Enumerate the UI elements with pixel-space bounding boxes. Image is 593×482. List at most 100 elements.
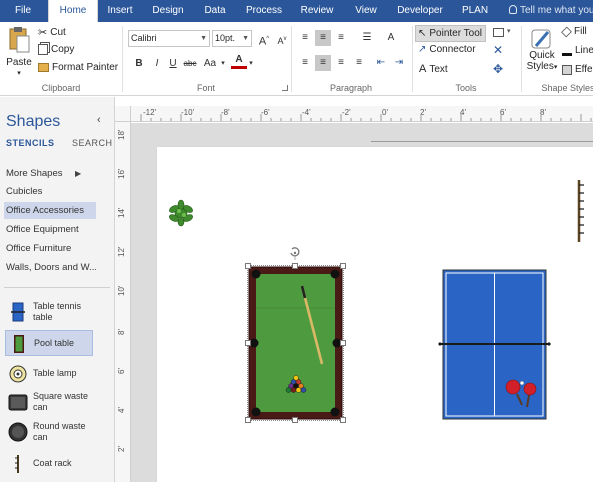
- connector-button[interactable]: ↗ Connector: [418, 44, 476, 55]
- resize-handle[interactable]: [292, 417, 298, 423]
- stencil-cubicles[interactable]: Cubicles: [4, 183, 96, 200]
- font-color-button[interactable]: A: [231, 54, 247, 69]
- pointer-icon: ↖: [418, 28, 427, 39]
- resize-handle[interactable]: [245, 417, 251, 423]
- quick-styles-label-2-row: Styles▾: [526, 61, 558, 72]
- shrink-font-button[interactable]: Av: [274, 31, 290, 47]
- pointer-tool-button[interactable]: ↖ Pointer Tool: [415, 25, 487, 42]
- tab-process[interactable]: Process: [240, 0, 288, 22]
- format-painter-button[interactable]: Format Painter: [38, 62, 118, 73]
- stencil-label: Cubicles: [6, 186, 43, 197]
- tab-plan[interactable]: PLAN: [454, 0, 496, 22]
- ruler-label: 8': [117, 329, 126, 335]
- table-tennis-table-icon: [11, 302, 25, 322]
- ruler-label: 16': [117, 168, 126, 179]
- tab-developer[interactable]: Developer: [392, 0, 448, 22]
- justify-icon[interactable]: ≡: [351, 55, 367, 71]
- master-square-waste-can[interactable]: Square waste can: [5, 389, 93, 415]
- shapes-pane: Shapes ‹ STENCILS SEARCH More Shapes ▶ C…: [0, 97, 115, 482]
- master-round-waste-can[interactable]: Round waste can: [5, 419, 93, 445]
- connection-point-icon[interactable]: ✥: [493, 62, 503, 76]
- resize-handle[interactable]: [340, 263, 346, 269]
- effects-label: Effe: [575, 64, 593, 75]
- fill-button[interactable]: Fill: [561, 26, 587, 37]
- master-label: Coat rack: [33, 458, 72, 468]
- align-top-icon[interactable]: ≡: [297, 30, 313, 46]
- quick-styles-button[interactable]: Quick Styles▾: [526, 26, 558, 82]
- ruler-label: 18': [117, 129, 126, 140]
- resize-handle[interactable]: [340, 340, 346, 346]
- master-pool-table[interactable]: Pool table: [5, 330, 93, 356]
- stencil-office-furniture[interactable]: Office Furniture: [4, 240, 96, 257]
- master-table-lamp[interactable]: Table lamp: [5, 361, 93, 387]
- stencil-walls-doors[interactable]: Walls, Doors and W...: [4, 259, 96, 276]
- ruler-label: 6': [117, 368, 126, 374]
- resize-handle[interactable]: [340, 417, 346, 423]
- collapse-pane-icon[interactable]: ‹: [97, 114, 101, 126]
- align-center-icon[interactable]: ≡: [315, 55, 331, 71]
- dialog-launcher-icon[interactable]: [282, 85, 288, 91]
- tab-design[interactable]: Design: [146, 0, 190, 22]
- italic-button[interactable]: I: [149, 56, 165, 72]
- coat-rack-shape[interactable]: [574, 180, 586, 244]
- coat-rack-icon: [15, 455, 19, 473]
- rotation-handle-icon[interactable]: [289, 246, 301, 260]
- decrease-indent-icon[interactable]: ⇤: [373, 55, 389, 71]
- underline-button[interactable]: U: [165, 56, 181, 72]
- copy-icon: [38, 44, 48, 55]
- stencil-office-accessories[interactable]: Office Accessories: [4, 202, 96, 219]
- stencil-office-equipment[interactable]: Office Equipment: [4, 221, 96, 238]
- grow-font-button[interactable]: A^: [256, 31, 272, 48]
- font-size-field[interactable]: 10pt. ▼: [212, 30, 252, 47]
- chevron-down-icon[interactable]: ▾: [219, 56, 227, 72]
- table-tennis-table-shape[interactable]: [438, 269, 554, 421]
- tab-data[interactable]: Data: [196, 0, 234, 22]
- text-tool-button[interactable]: A Text: [419, 63, 448, 75]
- round-waste-can-icon: [8, 422, 28, 442]
- close-icon[interactable]: ✕: [493, 43, 503, 57]
- horizontal-ruler-ticks: [140, 114, 592, 121]
- align-left-icon[interactable]: ≡: [297, 55, 313, 71]
- increase-indent-icon[interactable]: ⇥: [391, 55, 407, 71]
- bold-button[interactable]: B: [131, 56, 147, 72]
- stencil-more-shapes[interactable]: More Shapes ▶: [4, 165, 96, 182]
- resize-handle[interactable]: [245, 263, 251, 269]
- tab-search[interactable]: SEARCH: [72, 138, 113, 148]
- copy-button[interactable]: Copy: [38, 44, 74, 55]
- effects-button[interactable]: Effe: [562, 64, 593, 75]
- stencil-label: Office Accessories: [6, 205, 84, 216]
- master-table-tennis-table[interactable]: Table tennis table: [5, 299, 93, 325]
- tab-insert[interactable]: Insert: [100, 0, 140, 22]
- tab-home[interactable]: Home: [48, 0, 98, 23]
- tab-view[interactable]: View: [346, 0, 386, 22]
- cut-button[interactable]: ✂ Cut: [38, 26, 66, 39]
- master-label: Pool table: [34, 338, 75, 348]
- chevron-down-icon[interactable]: ▾: [247, 56, 255, 72]
- line-icon: [562, 46, 572, 56]
- rectangle-tool-icon[interactable]: [493, 28, 504, 37]
- change-case-button[interactable]: Aa: [201, 56, 219, 72]
- align-middle-icon[interactable]: ≡: [315, 30, 331, 46]
- strikethrough-button[interactable]: abc: [181, 56, 199, 72]
- tab-stencils[interactable]: STENCILS: [6, 138, 55, 148]
- bullets-icon[interactable]: ☰: [359, 30, 375, 46]
- align-right-icon[interactable]: ≡: [333, 55, 349, 71]
- chevron-down-icon[interactable]: ▾: [507, 27, 511, 35]
- tab-file[interactable]: File: [4, 0, 42, 22]
- connector-icon: ↗: [418, 44, 427, 55]
- align-bottom-icon[interactable]: ≡: [333, 30, 349, 46]
- plant-shape[interactable]: [166, 199, 196, 227]
- paste-button[interactable]: Paste ▾: [4, 26, 34, 80]
- tell-me-box[interactable]: Tell me what you: [509, 0, 593, 22]
- line-button[interactable]: Line: [562, 45, 593, 56]
- effects-icon: [562, 64, 572, 75]
- font-family-field[interactable]: Calibri ▼: [128, 30, 210, 47]
- master-coat-rack[interactable]: Coat rack: [5, 451, 93, 477]
- tab-review[interactable]: Review: [294, 0, 340, 22]
- resize-handle[interactable]: [245, 340, 251, 346]
- pool-table-shape[interactable]: [245, 263, 346, 423]
- lightbulb-icon: [509, 5, 517, 14]
- text-direction-icon[interactable]: A: [383, 30, 399, 46]
- resize-handle[interactable]: [292, 263, 298, 269]
- ruler-label: 10': [117, 285, 126, 296]
